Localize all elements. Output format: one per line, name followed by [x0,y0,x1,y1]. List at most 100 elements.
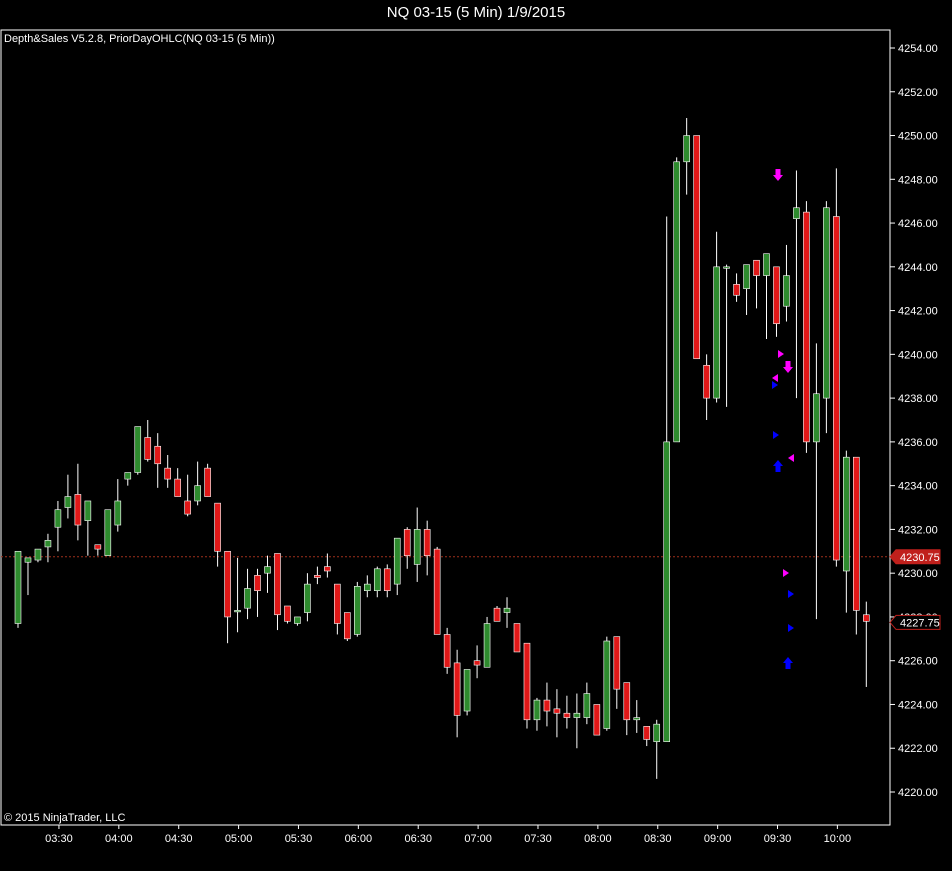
trade-marker-icon [772,374,778,382]
sell-arrow-icon [773,169,783,181]
candle [463,669,471,716]
candle [24,557,32,596]
candle [473,645,481,679]
candle [254,568,261,617]
candle-body [803,211,810,443]
y-tick-label: 4222.00 [898,743,938,755]
y-tick-label: 4242.00 [898,306,938,318]
candle-body [94,544,102,550]
candle [284,605,291,624]
candle-body [483,623,491,668]
candle-body [453,662,461,716]
candle [94,544,102,556]
candle-body [174,478,181,497]
candle [354,581,361,637]
candle [563,695,571,729]
price-marker: 4230.75 [889,549,941,565]
candle [793,170,800,399]
candle-body [823,207,830,399]
x-tick-label: 03:30 [45,833,73,845]
plot-border [0,29,891,826]
candle [743,264,750,315]
candle-body [493,607,501,622]
candle-body [363,583,371,591]
candle [543,682,551,727]
candle [194,461,201,506]
candle [14,550,22,628]
candle-body [413,529,421,565]
candlestick-chart[interactable]: 4220.004222.004224.004226.004228.004230.… [0,28,952,871]
plot-area[interactable] [0,29,891,826]
candle-body [114,500,122,526]
y-tick-label: 4230.00 [898,568,938,580]
candle-body [164,467,171,480]
indicator-label: Depth&Sales V5.2.8, PriorDayOHLC(NQ 03-1… [4,33,275,45]
candle-body [623,682,631,721]
candle [862,601,870,687]
candle [853,456,860,635]
candle [573,693,581,749]
x-tick-label: 09:00 [704,833,732,845]
signal-arrows [772,169,794,669]
y-tick-label: 4244.00 [898,262,938,274]
y-tick-label: 4250.00 [898,131,938,143]
candle [753,259,760,309]
candle [533,697,541,731]
title-bar[interactable]: NQ 03-15 (5 Min) 1/9/2015 [0,0,952,28]
chart-window: NQ 03-15 (5 Min) 1/9/2015 4220.00 4222.00… [0,0,952,871]
candle-body [124,472,132,480]
candle-body [743,264,750,290]
candle [493,606,501,622]
candle [54,500,62,552]
candle [274,553,281,631]
candle [304,573,311,622]
trade-marker-icon [772,381,778,389]
candle-body [314,575,321,578]
y-tick-label: 4238.00 [898,393,938,405]
candle [214,502,221,567]
y-tick-label: 4240.00 [898,349,938,361]
candle-body [433,548,441,635]
candle-body [214,502,221,552]
candle-body [134,426,142,473]
copyright-label: © 2015 NinjaTrader, LLC [4,812,126,824]
candle [184,474,191,517]
candle-body [294,616,301,624]
candle-body [274,553,281,616]
x-tick-label: 09:30 [764,833,792,845]
candle [823,201,830,434]
candle-body [683,135,690,163]
candle [613,636,621,709]
candle-body [34,548,42,561]
candle [314,566,321,585]
y-tick-label: 4236.00 [898,437,938,449]
y-tick-label: 4248.00 [898,174,938,186]
x-tick-label: 04:30 [165,833,193,845]
trade-marker-icon [778,350,784,358]
candle-body [383,568,391,591]
candle-body [84,500,92,521]
candle [344,612,351,642]
candle [114,479,122,532]
candle [234,557,241,633]
trade-marker-icon [783,569,789,577]
candle [673,157,680,443]
x-tick-label: 06:00 [345,833,373,845]
candle-body [843,456,850,572]
candle-body [334,583,341,624]
candle-body [703,364,710,399]
candle-body [603,640,611,729]
candle [224,550,231,644]
candle [334,583,341,635]
x-tick-label: 07:30 [524,833,552,845]
candle-body [553,708,561,714]
y-tick-label: 4246.00 [898,218,938,230]
candle-body [254,575,261,591]
candle [643,726,651,747]
candle [723,264,730,407]
candle [204,463,211,497]
candle [483,616,491,668]
sell-arrow-icon [783,361,793,373]
candle-body [324,566,331,572]
candle [373,566,381,598]
